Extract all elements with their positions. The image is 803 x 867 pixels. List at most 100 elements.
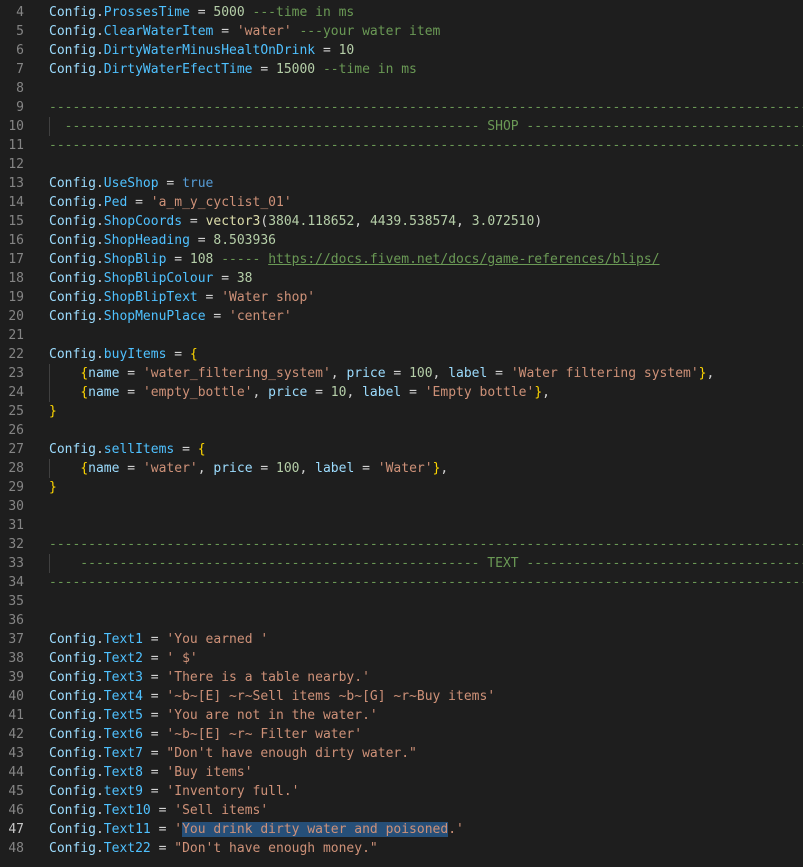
code-token: Text2 [103, 651, 143, 666]
code-token: ShopBlipText [103, 290, 198, 305]
code-token: . [95, 290, 104, 305]
code-line[interactable]: 19 Config.ShopBlipText = 'Water shop' [0, 288, 803, 307]
line-number: 38 [8, 651, 24, 666]
code-line[interactable]: 33 -------------------------------------… [0, 554, 803, 573]
code-line[interactable]: 28 {name = 'water', price = 100, label =… [0, 459, 803, 478]
code-token: 'a_m_y_cyclist_01' [150, 195, 292, 210]
line-number: 46 [8, 803, 24, 818]
code-token: = [142, 765, 167, 780]
code-line[interactable]: 46 Config.Text10 = 'Sell items' [0, 801, 803, 820]
code-editor[interactable]: 4 Config.ProssesTime = 5000 ---time in ms… [0, 0, 803, 867]
code-line[interactable]: 42 Config.Text6 = '~b~[E] ~r~ Filter wate… [0, 725, 803, 744]
code-token: } [49, 404, 57, 419]
code-line[interactable]: 30 [0, 497, 803, 516]
code-token: = [252, 62, 276, 77]
line-number: 13 [8, 176, 24, 191]
code-line[interactable]: 48 Config.Text22 = "Don't have enough mon… [0, 839, 803, 858]
code-line[interactable]: 11 --------------------------------------… [0, 136, 803, 155]
code-line[interactable]: 6 Config.DirtyWaterMinusHealtOnDrink = 10 [0, 41, 803, 60]
code-token: 'Water' [377, 461, 433, 476]
code-line[interactable]: 36 [0, 611, 803, 630]
code-line[interactable]: 34 --------------------------------------… [0, 573, 803, 592]
code-line[interactable]: 10 -------------------------------------… [0, 117, 803, 136]
code-line[interactable]: 38 Config.Text2 = ' $' [0, 649, 803, 668]
line-number: 33 [8, 556, 24, 571]
code-token: = [166, 347, 190, 362]
code-line[interactable]: 47 Config.Text11 = 'You drink dirty water… [0, 820, 803, 839]
code-text: Config.DirtyWaterMinusHealtOnDrink = 10 [49, 41, 354, 60]
code-text: {name = 'water', price = 100, label = 'W… [49, 459, 448, 478]
code-token: 3804.118652 [268, 214, 355, 229]
code-text: Config.Ped = 'a_m_y_cyclist_01' [49, 193, 292, 212]
code-text: ----------------------------------------… [49, 535, 803, 554]
code-token: Config [49, 24, 96, 39]
code-token: = [142, 651, 167, 666]
code-line[interactable]: 44 Config.Text8 = 'Buy items' [0, 763, 803, 782]
line-number: 9 [16, 100, 24, 115]
code-line[interactable]: 5 Config.ClearWaterItem = 'water' ---your… [0, 22, 803, 41]
code-line[interactable]: 18 Config.ShopBlipColour = 38 [0, 269, 803, 288]
code-line[interactable]: 31 [0, 516, 803, 535]
code-token: . [95, 5, 104, 20]
code-token: . [95, 708, 104, 723]
code-line[interactable]: 27 Config.sellItems = { [0, 440, 803, 459]
code-token: = [119, 366, 143, 381]
code-line[interactable]: 17 Config.ShopBlip = 108 ----- https://do… [0, 250, 803, 269]
code-token: DirtyWaterMinusHealtOnDrink [103, 43, 316, 58]
code-token: 100 [409, 366, 433, 381]
code-line[interactable]: 39 Config.Text3 = 'There is a table nearb… [0, 668, 803, 687]
code-token: Config [49, 651, 96, 666]
line-number: 6 [16, 43, 24, 58]
code-token: . [95, 822, 104, 837]
code-token: Text7 [103, 746, 143, 761]
code-token: = [487, 366, 511, 381]
code-token: Ped [103, 195, 128, 210]
code-text: Config.Text4 = '~b~[E] ~r~Sell items ~b~… [49, 687, 495, 706]
code-line[interactable]: 21 [0, 326, 803, 345]
code-token: = [119, 385, 143, 400]
code-line[interactable]: 43 Config.Text7 = "Don't have enough dirt… [0, 744, 803, 763]
code-token: . [95, 670, 104, 685]
url-link[interactable]: https://docs.fivem.net/docs/game-referen… [268, 252, 659, 267]
code-line[interactable]: 8 [0, 79, 803, 98]
code-token: text9 [103, 784, 143, 799]
code-line[interactable]: 37 Config.Text1 = 'You earned ' [0, 630, 803, 649]
code-line[interactable]: 9 ---------------------------------------… [0, 98, 803, 117]
code-line[interactable]: 32 --------------------------------------… [0, 535, 803, 554]
code-token: 'You are not in the water.' [166, 708, 378, 723]
line-number: 40 [8, 689, 24, 704]
code-line[interactable]: 22 Config.buyItems = { [0, 345, 803, 364]
line-number: 34 [8, 575, 24, 590]
code-line[interactable]: 4 Config.ProssesTime = 5000 ---time in ms [0, 3, 803, 22]
code-token: "Don't have enough dirty water." [166, 746, 417, 761]
code-line[interactable]: 41 Config.Text5 = 'You are not in the wat… [0, 706, 803, 725]
code-token: 'Empty bottle' [424, 385, 535, 400]
code-text: Config.ClearWaterItem = 'water' ---your … [49, 22, 440, 41]
code-line[interactable]: 23 {name = 'water_filtering_system', pri… [0, 364, 803, 383]
code-line[interactable]: 7 Config.DirtyWaterEfectTime = 15000 --ti… [0, 60, 803, 79]
code-line[interactable]: 24 {name = 'empty_bottle', price = 10, l… [0, 383, 803, 402]
code-token: Config [49, 195, 96, 210]
code-text: Config.ShopBlip = 108 ----- https://docs… [49, 250, 660, 269]
code-line[interactable]: 13 Config.UseShop = true [0, 174, 803, 193]
code-line[interactable]: 20 Config.ShopMenuPlace = 'center' [0, 307, 803, 326]
code-line[interactable]: 12 [0, 155, 803, 174]
code-line[interactable]: 35 [0, 592, 803, 611]
code-line[interactable]: 16 Config.ShopHeading = 8.503936 [0, 231, 803, 250]
code-token: ShopHeading [103, 233, 190, 248]
code-token: { [80, 366, 89, 381]
code-token: Config [49, 803, 96, 818]
code-line[interactable]: 14 Config.Ped = 'a_m_y_cyclist_01' [0, 193, 803, 212]
code-line[interactable]: 29} [0, 478, 803, 497]
code-text: Config.Text5 = 'You are not in the water… [49, 706, 378, 725]
code-token: 4439.538574 [369, 214, 457, 229]
code-line[interactable]: 15 Config.ShopCoords = vector3(3804.11865… [0, 212, 803, 231]
code-line[interactable]: 45 Config.text9 = 'Inventory full.' [0, 782, 803, 801]
code-line[interactable]: 25} [0, 402, 803, 421]
code-line[interactable]: 26 [0, 421, 803, 440]
code-token: = [166, 252, 190, 267]
code-token: ----------------------------------------… [80, 556, 803, 571]
code-line[interactable]: 40 Config.Text4 = '~b~[E] ~r~Sell items ~… [0, 687, 803, 706]
